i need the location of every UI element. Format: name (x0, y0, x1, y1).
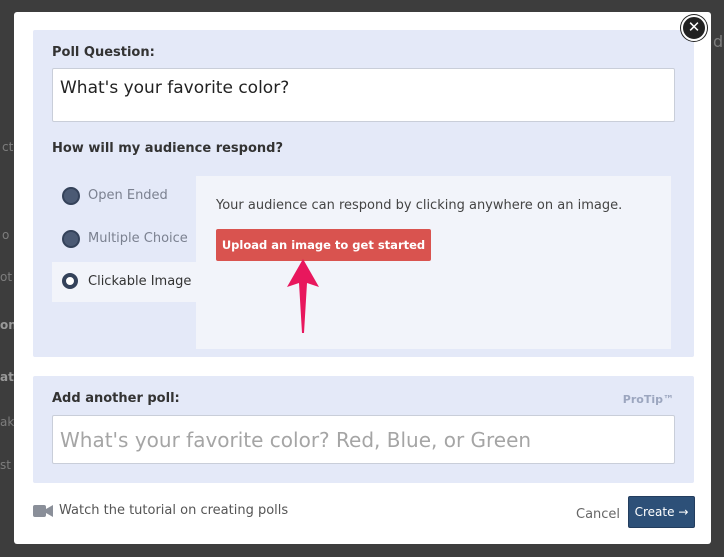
option-label: Open Ended (88, 188, 168, 203)
poll-question-input[interactable]: What's your favorite color? (52, 68, 675, 122)
response-description: Your audience can respond by clicking an… (216, 198, 623, 213)
option-open-ended[interactable]: Open Ended (52, 176, 197, 216)
response-details-box: Your audience can respond by clicking an… (196, 176, 671, 349)
another-poll-input[interactable]: What's your favorite color? Red, Blue, o… (52, 415, 675, 464)
radio-selected-icon (62, 273, 78, 289)
poll-question-label: Poll Question: (52, 45, 155, 60)
create-poll-modal: Poll Question: What's your favorite colo… (14, 12, 711, 544)
arrow-right-icon: → (678, 505, 689, 519)
background-text: d (713, 32, 724, 51)
protip-link[interactable]: ProTip™ (623, 393, 674, 406)
option-label: Multiple Choice (88, 231, 188, 246)
annotation-arrow-icon (287, 259, 319, 333)
respond-label: How will my audience respond? (52, 141, 284, 156)
close-icon[interactable]: ✕ (681, 15, 707, 41)
option-label: Clickable Image (88, 274, 192, 289)
background-text: ak (0, 415, 15, 429)
another-poll-label: Add another poll: (52, 391, 180, 406)
create-button[interactable]: Create → (628, 496, 695, 528)
video-camera-icon (33, 504, 53, 518)
poll-question-panel: Poll Question: What's your favorite colo… (33, 30, 694, 357)
tutorial-link[interactable]: Watch the tutorial on creating polls (33, 503, 288, 518)
create-button-label: Create (634, 505, 675, 519)
option-multiple-choice[interactable]: Multiple Choice (52, 219, 197, 259)
cancel-button[interactable]: Cancel (576, 507, 620, 522)
background-text: at (0, 370, 14, 384)
background-text: st (0, 458, 11, 472)
radio-icon (62, 187, 80, 205)
tutorial-link-label: Watch the tutorial on creating polls (59, 503, 289, 518)
background-text: o (2, 228, 10, 242)
background-text: ot (0, 270, 13, 284)
option-clickable-image[interactable]: Clickable Image (52, 262, 197, 302)
radio-icon (62, 230, 80, 248)
background-text: ct (2, 140, 14, 154)
another-poll-panel: Add another poll: ProTip™ What's your fa… (33, 376, 694, 483)
upload-image-button[interactable]: Upload an image to get started (216, 229, 431, 261)
